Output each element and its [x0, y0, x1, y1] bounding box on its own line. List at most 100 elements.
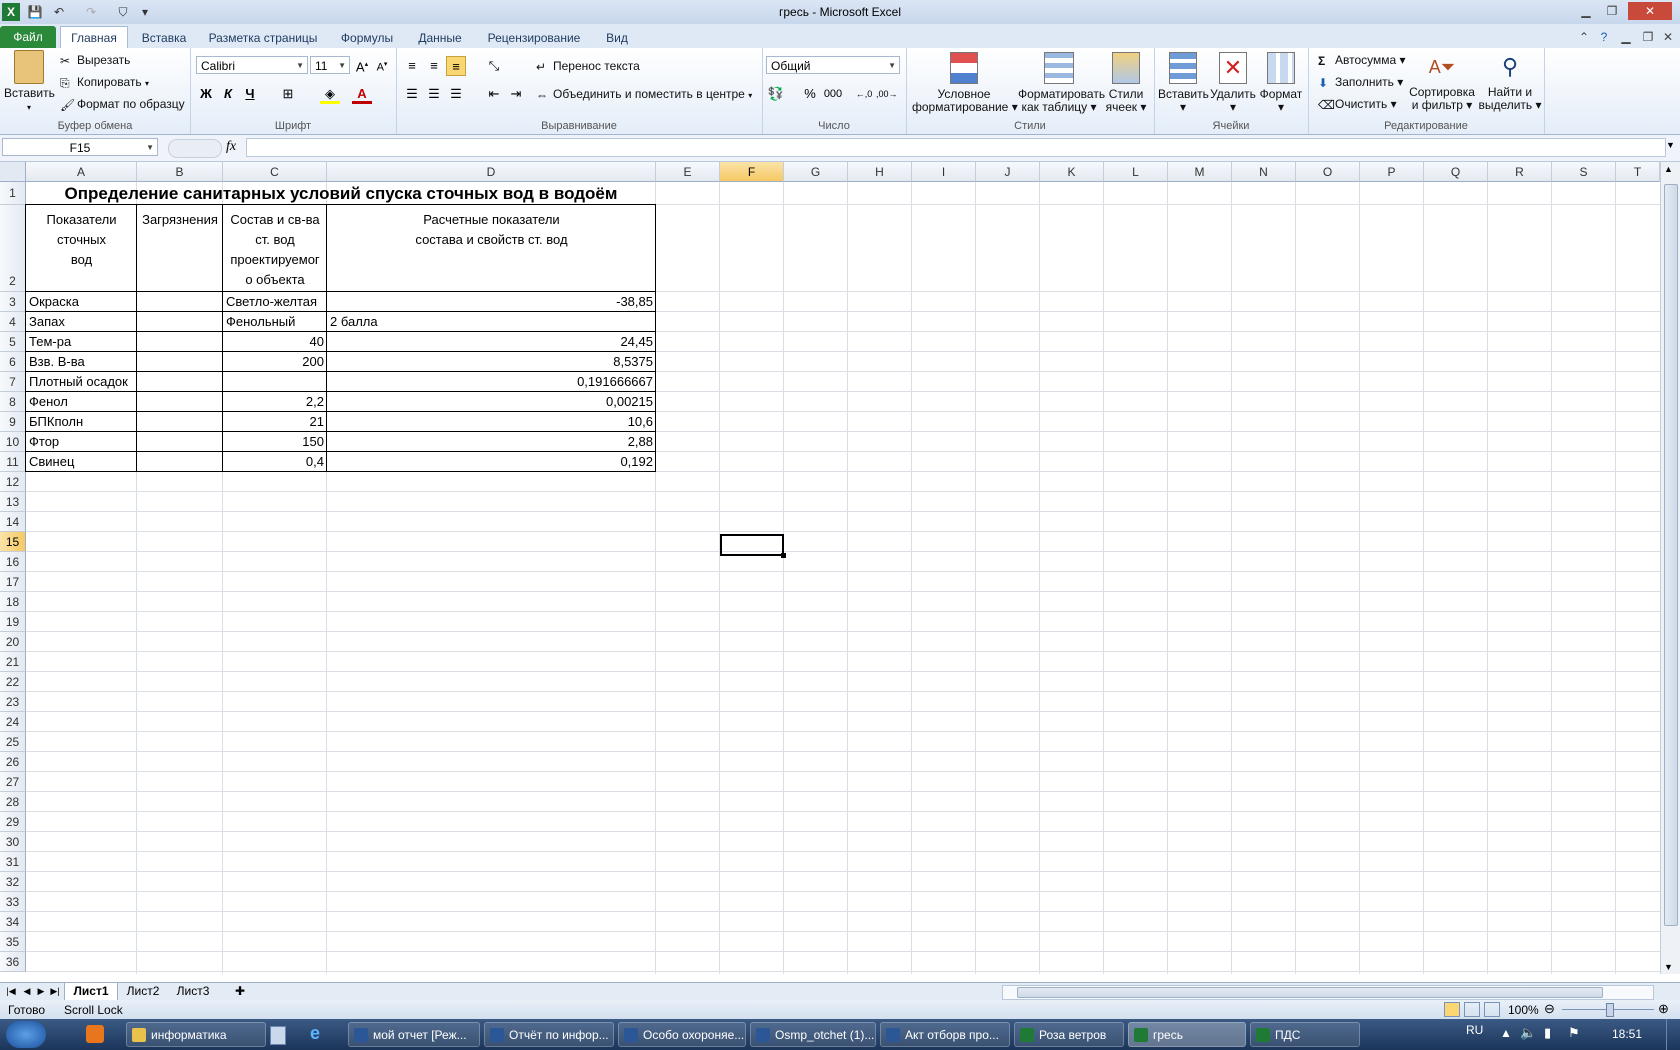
cell-calculated[interactable]: 0,192 [327, 452, 656, 472]
prev-sheet-icon[interactable]: ◀ [20, 983, 34, 1000]
font-name-select[interactable]: Calibri ▼ [196, 56, 308, 74]
align-bottom-icon[interactable]: ≡ [446, 56, 466, 76]
orientation-icon[interactable]: ⤡ [484, 56, 504, 76]
cell-indicator[interactable]: Запах [26, 312, 137, 332]
cell-calculated[interactable]: 0,00215 [327, 392, 656, 412]
taskbar-item[interactable]: информатика [126, 1022, 266, 1047]
row-header-19[interactable]: 19 [0, 612, 26, 632]
copy-button[interactable]: ⎘ Копировать ▾ [60, 75, 149, 90]
cell-calculated[interactable]: -38,85 [327, 292, 656, 312]
column-header-q[interactable]: Q [1424, 162, 1488, 182]
cell-composition[interactable]: Светло-желтая [223, 292, 327, 312]
paste-button[interactable]: Вставить ▾ [4, 50, 55, 114]
currency-icon[interactable]: 💱 [766, 84, 786, 104]
cell-styles-button[interactable]: Стили ячеек ▾ [1102, 52, 1150, 114]
tab-file[interactable]: Файл [0, 26, 56, 48]
row-header-9[interactable]: 9 [0, 412, 26, 432]
cell-calculated[interactable]: 24,45 [327, 332, 656, 352]
taskbar-item[interactable]: Роза ветров [1014, 1022, 1124, 1047]
row-header-31[interactable]: 31 [0, 852, 26, 872]
page-layout-view-icon[interactable] [1464, 1002, 1480, 1017]
row-header-23[interactable]: 23 [0, 692, 26, 712]
decrease-indent-icon[interactable]: ⇤ [484, 84, 504, 104]
column-header-k[interactable]: K [1040, 162, 1104, 182]
row-header-20[interactable]: 20 [0, 632, 26, 652]
cell-composition[interactable]: 2,2 [223, 392, 327, 412]
row-header-8[interactable]: 8 [0, 392, 26, 412]
cell-calculated[interactable]: 8,5375 [327, 352, 656, 372]
tab-data[interactable]: Данные [410, 28, 470, 48]
close-icon[interactable]: ✕ [1628, 2, 1672, 20]
next-sheet-icon[interactable]: ▶ [34, 983, 48, 1000]
column-header-h[interactable]: H [848, 162, 912, 182]
minimize-icon[interactable]: ▁ [1574, 2, 1598, 20]
row-header-7[interactable]: 7 [0, 372, 26, 392]
formula-input[interactable] [246, 138, 1666, 157]
format-as-table-button[interactable]: Форматировать как таблицу ▾ [1018, 52, 1105, 114]
row-header-2[interactable]: 2 [0, 205, 26, 292]
flag-icon[interactable]: ⚑ [1568, 1025, 1580, 1041]
row-header-6[interactable]: 6 [0, 352, 26, 372]
row-header-28[interactable]: 28 [0, 792, 26, 812]
help-icon[interactable]: ? [1592, 28, 1616, 46]
row-header-3[interactable]: 3 [0, 292, 26, 312]
cell-indicator[interactable]: Фтор [26, 432, 137, 452]
cell-indicator[interactable]: Тем-ра [26, 332, 137, 352]
show-desktop-button[interactable] [1666, 1019, 1680, 1050]
thousands-button[interactable]: 000 [820, 84, 846, 104]
vertical-scrollbar[interactable]: ▲ ▼ [1660, 162, 1680, 974]
internet-explorer-icon[interactable]: e [310, 1023, 320, 1044]
first-sheet-icon[interactable]: |◀ [4, 983, 18, 1000]
cell-calculated[interactable]: 2 балла [327, 312, 656, 332]
media-player-icon[interactable] [86, 1025, 104, 1043]
sheet-tab-1[interactable]: Лист1 [64, 983, 118, 1001]
vertical-scroll-thumb[interactable] [1664, 184, 1678, 926]
fill-handle[interactable] [781, 553, 786, 558]
zoom-slider-thumb[interactable] [1606, 1003, 1614, 1017]
column-header-n[interactable]: N [1232, 162, 1296, 182]
normal-view-icon[interactable] [1444, 1002, 1460, 1017]
cell-composition[interactable]: 200 [223, 352, 327, 372]
volume-icon[interactable]: 🔈 [1520, 1025, 1536, 1041]
row-header-14[interactable]: 14 [0, 512, 26, 532]
horizontal-scrollbar[interactable] [1002, 985, 1654, 1000]
select-all-corner[interactable] [0, 162, 26, 182]
header-indicators[interactable]: Показатели сточных вод [26, 210, 137, 290]
grow-font-icon[interactable]: A▴ [352, 55, 372, 75]
cell-indicator[interactable]: Свинец [26, 452, 137, 472]
row-header-36[interactable]: 36 [0, 952, 26, 972]
borders-icon[interactable]: ⊞ [278, 84, 298, 104]
column-header-p[interactable]: P [1360, 162, 1424, 182]
zoom-in-icon[interactable]: ⊕ [1658, 1001, 1669, 1017]
column-header-r[interactable]: R [1488, 162, 1552, 182]
taskbar-item[interactable]: ПДС [1250, 1022, 1360, 1047]
fill-color-icon[interactable]: ◈ [320, 84, 340, 104]
align-left-icon[interactable]: ☰ [402, 84, 422, 104]
increase-indent-icon[interactable]: ⇥ [506, 84, 526, 104]
scroll-up-icon[interactable]: ▲ [1664, 164, 1673, 174]
column-header-t[interactable]: T [1616, 162, 1660, 182]
horizontal-scroll-thumb[interactable] [1017, 987, 1603, 998]
cell-composition[interactable]: 40 [223, 332, 327, 352]
page-break-view-icon[interactable] [1484, 1002, 1500, 1017]
row-header-16[interactable]: 16 [0, 552, 26, 572]
cell-composition[interactable]: 150 [223, 432, 327, 452]
active-cell-f15[interactable] [720, 534, 784, 556]
header-calculated[interactable]: Расчетные показатели состава и свойств с… [327, 210, 656, 250]
taskbar-item[interactable]: Отчёт по инфор... [484, 1022, 614, 1047]
taskbar-item[interactable]: Osmp_otchet (1)... [750, 1022, 876, 1047]
tab-home[interactable]: Главная [60, 26, 128, 49]
delete-cells-button[interactable]: ✕ Удалить ▾ [1210, 52, 1256, 114]
row-header-17[interactable]: 17 [0, 572, 26, 592]
column-header-j[interactable]: J [976, 162, 1040, 182]
row-header-34[interactable]: 34 [0, 912, 26, 932]
header-pollution[interactable]: Загрязнения [137, 210, 223, 230]
cell-indicator[interactable]: Фенол [26, 392, 137, 412]
cell-calculated[interactable]: 10,6 [327, 412, 656, 432]
sort-filter-button[interactable]: A⏷ Сортировка и фильтр ▾ [1406, 52, 1478, 112]
column-header-e[interactable]: E [656, 162, 720, 182]
cell-indicator[interactable]: БПКполн [26, 412, 137, 432]
number-format-select[interactable]: Общий ▼ [766, 56, 900, 74]
new-sheet-icon[interactable]: ✚ [230, 983, 250, 1000]
language-indicator[interactable]: RU [1466, 1023, 1483, 1037]
